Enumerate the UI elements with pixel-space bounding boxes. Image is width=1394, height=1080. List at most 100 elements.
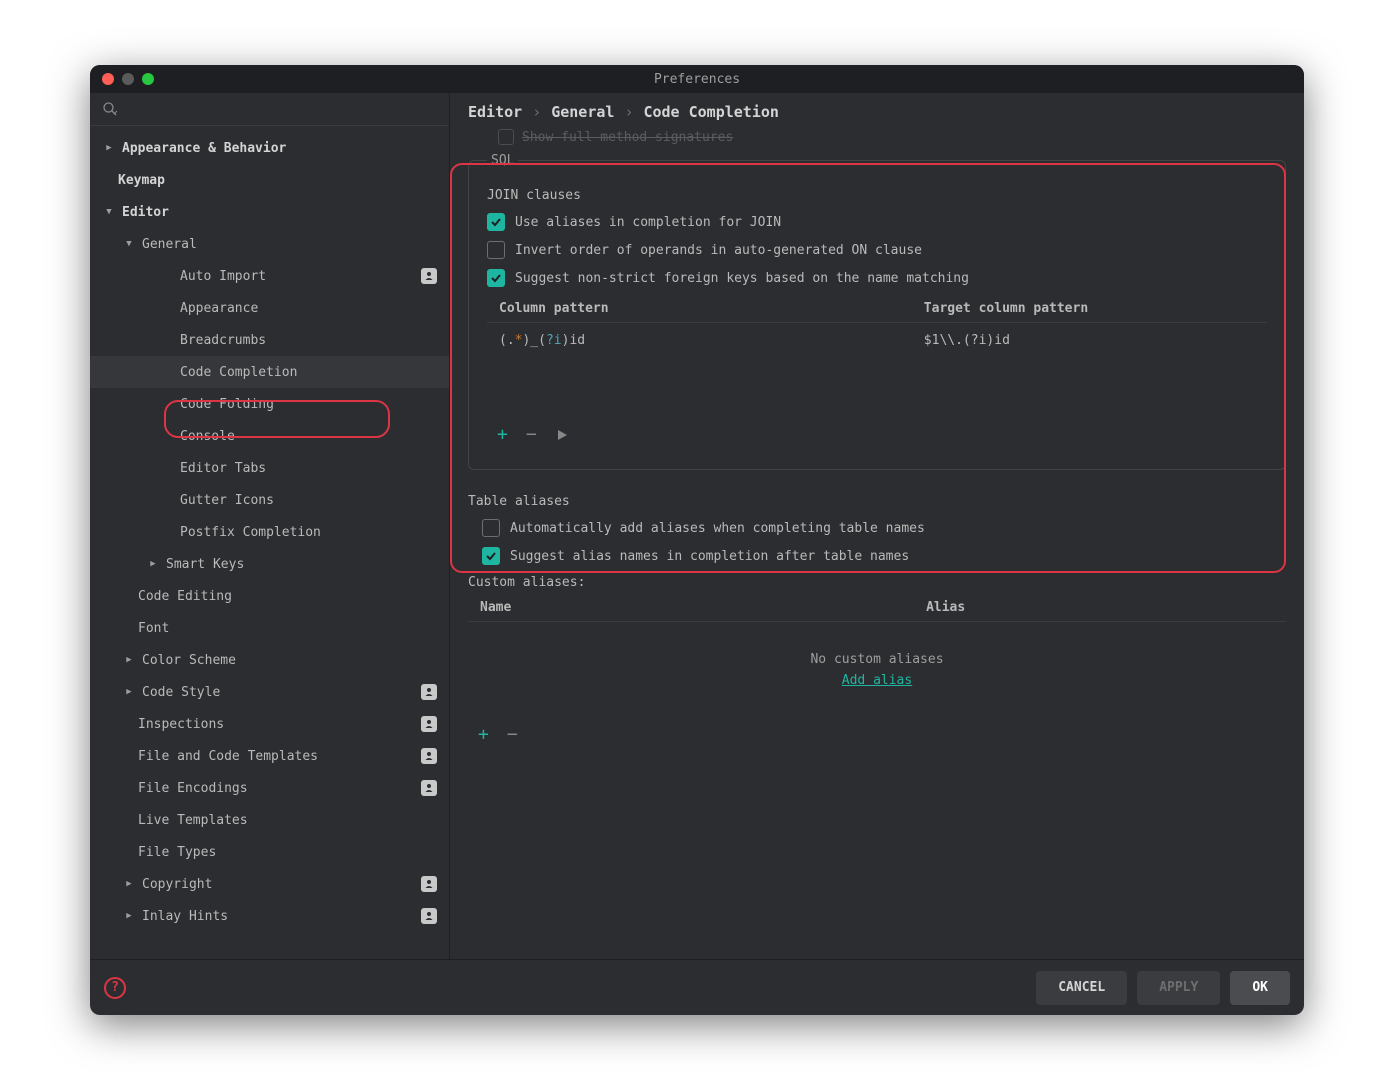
alias-empty-text: No custom aliases xyxy=(468,622,1286,673)
join-clauses-heading: JOIN clauses xyxy=(487,188,1267,203)
checkbox-checked-icon[interactable] xyxy=(487,269,505,287)
chevron-right-icon[interactable]: ▶ xyxy=(102,143,116,153)
add-pattern-button[interactable]: + xyxy=(497,424,508,445)
chk-suggest-alias-row[interactable]: Suggest alias names in completion after … xyxy=(482,547,1286,565)
help-button[interactable]: ? xyxy=(104,977,126,999)
sidebar-item-copyright[interactable]: ▶ Copyright xyxy=(90,868,449,900)
sidebar-item-code-editing[interactable]: Code Editing xyxy=(90,580,449,612)
minimize-window-button[interactable] xyxy=(122,73,134,85)
sidebar-item-label: File Types xyxy=(138,845,437,860)
maximize-window-button[interactable] xyxy=(142,73,154,85)
sidebar-item-file-encodings[interactable]: File Encodings xyxy=(90,772,449,804)
pattern-table: Column pattern Target column pattern (.*… xyxy=(487,301,1267,451)
sidebar-item-label: Smart Keys xyxy=(166,557,437,572)
sidebar-item-font[interactable]: Font xyxy=(90,612,449,644)
window-title: Preferences xyxy=(90,72,1304,87)
sidebar-item-general[interactable]: ▼General xyxy=(90,228,449,260)
content-pane: Editor › General › Code Completion Show … xyxy=(450,93,1304,959)
sidebar-item-console[interactable]: Console xyxy=(90,420,449,452)
project-badge-icon xyxy=(421,716,437,732)
add-alias-button[interactable]: + xyxy=(478,724,489,745)
sidebar-item-label: Gutter Icons xyxy=(180,493,437,508)
settings-sidebar: ▶Appearance & Behavior Keymap ▼ Editor ▼Gene… xyxy=(90,93,450,959)
sidebar-item-label: Appearance xyxy=(180,301,437,316)
sidebar-item-label: File Encodings xyxy=(138,781,421,796)
chevron-right-icon[interactable]: ▶ xyxy=(122,879,136,889)
sidebar-item-color-scheme[interactable]: ▶Color Scheme xyxy=(90,644,449,676)
remove-alias-button[interactable]: − xyxy=(507,724,518,745)
pattern-row[interactable]: (.*)_(?i)id $1\\.(?i)id xyxy=(487,323,1267,358)
chevron-right-icon[interactable]: ▶ xyxy=(122,911,136,921)
checkbox-checked-icon[interactable] xyxy=(487,213,505,231)
ok-button[interactable]: OK xyxy=(1230,971,1290,1005)
sidebar-item-code-style[interactable]: ▶ Code Style xyxy=(90,676,449,708)
alias-name-header: Name xyxy=(468,600,926,615)
apply-button[interactable]: APPLY xyxy=(1137,971,1220,1005)
target-pattern-header: Target column pattern xyxy=(924,301,1267,316)
alias-table: Name Alias No custom aliases Add alias +… xyxy=(468,600,1286,751)
run-pattern-button[interactable] xyxy=(555,428,569,442)
sidebar-item-live-templates[interactable]: Live Templates xyxy=(90,804,449,836)
chevron-right-icon[interactable]: ▶ xyxy=(122,687,136,697)
sidebar-item-keymap[interactable]: Keymap xyxy=(90,164,449,196)
project-badge-icon xyxy=(421,908,437,924)
sidebar-item-label: Editor xyxy=(122,205,437,220)
chk-auto-alias-label: Automatically add aliases when completin… xyxy=(510,521,925,536)
remove-pattern-button[interactable]: − xyxy=(526,424,537,445)
settings-tree: ▶Appearance & Behavior Keymap ▼ Editor ▼Gene… xyxy=(90,126,449,959)
sidebar-item-label: Code Style xyxy=(142,685,421,700)
sidebar-item-label: Code Editing xyxy=(138,589,437,604)
sidebar-item-postfix-completion[interactable]: Postfix Completion xyxy=(90,516,449,548)
sidebar-item-auto-import[interactable]: Auto Import xyxy=(90,260,449,292)
search-icon[interactable] xyxy=(102,101,118,117)
cancel-button[interactable]: CANCEL xyxy=(1036,971,1127,1005)
sidebar-item-label: Code Completion xyxy=(180,365,437,380)
checkbox-unchecked-icon[interactable] xyxy=(487,241,505,259)
chk-suggest-fk-row[interactable]: Suggest non-strict foreign keys based on… xyxy=(487,269,1267,287)
chk-auto-alias-row[interactable]: Automatically add aliases when completin… xyxy=(482,519,1286,537)
breadcrumb-code-completion: Code Completion xyxy=(643,103,778,121)
sidebar-item-label: Keymap xyxy=(118,173,437,188)
chk-use-aliases-row[interactable]: Use aliases in completion for JOIN xyxy=(487,213,1267,231)
traffic-lights xyxy=(90,73,154,85)
preferences-window: Preferences ▶Appearance & Behavior Keymap… xyxy=(90,65,1304,1015)
sidebar-item-file-templates[interactable]: File and Code Templates xyxy=(90,740,449,772)
sidebar-item-file-types[interactable]: File Types xyxy=(90,836,449,868)
sidebar-item-smart-keys[interactable]: ▶ Smart Keys xyxy=(90,548,449,580)
sidebar-item-editor-tabs[interactable]: Editor Tabs xyxy=(90,452,449,484)
sidebar-item-label: Copyright xyxy=(142,877,421,892)
sidebar-item-label: Postfix Completion xyxy=(180,525,437,540)
sidebar-item-editor[interactable]: ▼ Editor xyxy=(90,196,449,228)
chk-invert-row[interactable]: Invert order of operands in auto-generat… xyxy=(487,241,1267,259)
checkbox-unchecked-icon[interactable] xyxy=(482,519,500,537)
pattern-table-header: Column pattern Target column pattern xyxy=(487,301,1267,323)
chevron-right-icon[interactable]: ▶ xyxy=(122,655,136,665)
sidebar-item-code-folding[interactable]: Code Folding xyxy=(90,388,449,420)
sidebar-item-code-completion[interactable]: Code Completion xyxy=(90,356,449,388)
checkbox-checked-icon[interactable] xyxy=(482,547,500,565)
sidebar-item-breadcrumbs[interactable]: Breadcrumbs xyxy=(90,324,449,356)
sidebar-item-inspections[interactable]: Inspections xyxy=(90,708,449,740)
project-badge-icon xyxy=(421,268,437,284)
sidebar-item-appearance-behavior[interactable]: ▶Appearance & Behavior xyxy=(90,132,449,164)
scroll-area[interactable]: Show full method signatures SQL JOIN cla… xyxy=(450,127,1304,959)
sql-group: SQL JOIN clauses Use aliases in completi… xyxy=(468,153,1286,470)
sql-legend: SQL xyxy=(487,153,518,168)
sidebar-item-label: Console xyxy=(180,429,437,444)
sidebar-item-label: Code Folding xyxy=(180,397,437,412)
pattern-toolbar: + − xyxy=(487,418,1267,451)
chevron-down-icon[interactable]: ▼ xyxy=(102,207,116,217)
alias-alias-header: Alias xyxy=(926,600,1286,615)
add-alias-link[interactable]: Add alias xyxy=(842,673,912,688)
chevron-down-icon[interactable]: ▼ xyxy=(122,239,136,249)
sidebar-item-gutter-icons[interactable]: Gutter Icons xyxy=(90,484,449,516)
close-window-button[interactable] xyxy=(102,73,114,85)
sidebar-item-label: Breadcrumbs xyxy=(180,333,437,348)
table-aliases-heading: Table aliases xyxy=(468,494,1286,509)
sidebar-item-inlay-hints[interactable]: ▶Inlay Hints xyxy=(90,900,449,932)
chevron-right-icon[interactable]: ▶ xyxy=(146,559,160,569)
custom-aliases-heading: Custom aliases: xyxy=(468,575,1286,590)
sidebar-item-gen-appearance[interactable]: Appearance xyxy=(90,292,449,324)
chevron-right-icon: › xyxy=(532,103,541,121)
checkbox-disabled xyxy=(498,129,514,145)
